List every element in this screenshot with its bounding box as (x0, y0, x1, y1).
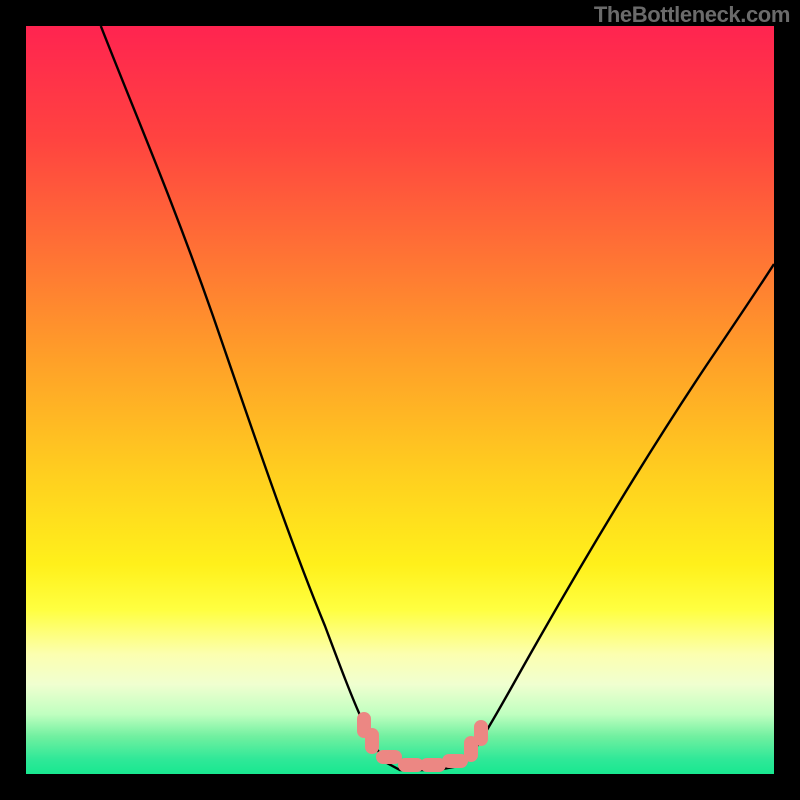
watermark-text: TheBottleneck.com (594, 2, 790, 28)
bottleneck-curve (101, 26, 774, 770)
chart-overlay-svg (26, 26, 774, 774)
min-region-markers (357, 712, 488, 772)
